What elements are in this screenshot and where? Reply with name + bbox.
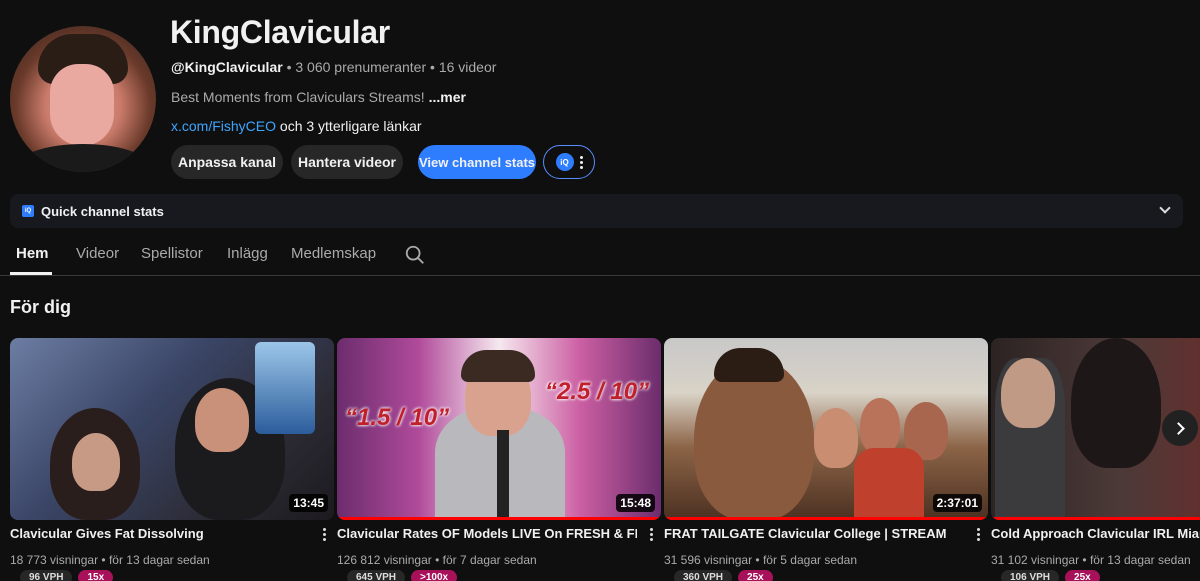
watch-progress-bar xyxy=(337,517,661,520)
video-card[interactable]: 13:45 Clavicular Gives Fat Dissolving 18… xyxy=(10,338,334,581)
vph-badge: 96 VPH xyxy=(20,570,73,581)
tab-videor[interactable]: Videor xyxy=(76,245,119,262)
subscriber-count: 3 060 prenumeranter xyxy=(295,59,427,75)
thumbnail-mic xyxy=(497,430,509,520)
customize-channel-button[interactable]: Anpassa kanal xyxy=(171,145,283,179)
avatar-shirt xyxy=(20,144,146,172)
video-title[interactable]: FRAT TAILGATE Clavicular College | STREA… xyxy=(664,526,964,541)
channel-handle: @KingClavicular xyxy=(171,59,283,75)
description-text: Best Moments from Claviculars Streams! xyxy=(171,89,425,105)
quick-channel-stats-bar[interactable]: iQ Quick channel stats xyxy=(10,194,1183,228)
video-meta: 31 596 visningar • för 5 dagar sedan xyxy=(664,553,857,567)
multiplier-badge: 25x xyxy=(738,570,773,581)
search-icon[interactable] xyxy=(404,244,426,266)
section-title: För dig xyxy=(10,297,71,317)
vph-badge: 645 VPH xyxy=(347,570,406,581)
vph-row: 645 VPH >100x xyxy=(347,570,458,581)
video-thumbnail[interactable]: “1.5 / 10” “2.5 / 10” 15:48 xyxy=(337,338,661,520)
more-vert-icon[interactable] xyxy=(977,528,980,541)
video-title[interactable]: Clavicular Rates OF Models LIVE On FRESH… xyxy=(337,526,637,541)
watch-progress-bar xyxy=(664,517,988,520)
meta-separator: • xyxy=(435,553,443,567)
channel-links: x.com/FishyCEO och 3 ytterligare länkar xyxy=(171,118,422,134)
more-links[interactable]: och 3 ytterligare länkar xyxy=(280,118,422,134)
video-duration: 13:45 xyxy=(289,494,328,512)
video-age: för 13 dagar sedan xyxy=(108,553,210,567)
video-duration: 15:48 xyxy=(616,494,655,512)
multiplier-badge: 25x xyxy=(1065,570,1100,581)
watch-progress-bar xyxy=(991,517,1200,520)
tab-medlemskap[interactable]: Medlemskap xyxy=(291,245,376,262)
thumbnail-product xyxy=(255,342,315,434)
meta-separator: • xyxy=(1082,553,1090,567)
thumbnail-face xyxy=(72,433,120,491)
video-views: 31 102 visningar xyxy=(991,553,1080,567)
video-meta: 126 812 visningar • för 7 dagar sedan xyxy=(337,553,537,567)
thumbnail-crowd xyxy=(860,398,900,454)
active-tab-indicator xyxy=(10,272,52,275)
meta-separator: • xyxy=(755,553,763,567)
vph-row: 96 VPH 15x xyxy=(20,570,114,581)
thumbnail-crowd xyxy=(854,448,924,520)
more-vert-icon[interactable] xyxy=(323,528,326,541)
thumbnail-crowd xyxy=(814,408,858,468)
tab-spellistor[interactable]: Spellistor xyxy=(141,245,203,262)
view-channel-stats-button[interactable]: View channel stats xyxy=(418,145,536,179)
thumbnail-hair xyxy=(461,350,535,382)
iq-logo-icon: iQ xyxy=(555,153,574,171)
thumbnail-text: “1.5 / 10” xyxy=(345,404,450,431)
channel-avatar[interactable] xyxy=(10,26,156,172)
vph-row: 106 VPH 25x xyxy=(1001,570,1100,581)
video-title[interactable]: Clavicular Gives Fat Dissolving xyxy=(10,526,310,541)
channel-meta: @KingClavicular • 3 060 prenumeranter • … xyxy=(171,59,496,75)
tab-inlagg[interactable]: Inlägg xyxy=(227,245,268,262)
video-thumbnail[interactable]: 2:37:01 xyxy=(664,338,988,520)
video-card[interactable]: “1.5 / 10” “2.5 / 10” 15:48 Clavicular R… xyxy=(337,338,661,581)
thumbnail-face xyxy=(195,388,249,452)
channel-link[interactable]: x.com/FishyCEO xyxy=(171,118,276,134)
quick-stats-label: Quick channel stats xyxy=(41,203,164,219)
video-meta: 18 773 visningar • för 13 dagar sedan xyxy=(10,553,210,567)
meta-separator: • xyxy=(101,553,109,567)
next-shelf-button[interactable] xyxy=(1162,410,1198,446)
video-age: för 7 dagar sedan xyxy=(442,553,537,567)
chevron-right-icon xyxy=(1172,421,1185,435)
avatar-face xyxy=(50,64,114,146)
vph-row: 360 VPH 25x xyxy=(674,570,773,581)
video-age: för 13 dagar sedan xyxy=(1089,553,1191,567)
video-thumbnail[interactable]: 13:45 xyxy=(10,338,334,520)
thumbnail-figure xyxy=(1071,338,1161,468)
vph-badge: 106 VPH xyxy=(1001,570,1060,581)
video-views: 18 773 visningar xyxy=(10,553,99,567)
channel-name: KingClavicular xyxy=(170,14,390,50)
multiplier-badge: 15x xyxy=(78,570,114,581)
video-duration: 2:37:01 xyxy=(932,494,982,512)
video-card[interactable]: 2:37:01 FRAT TAILGATE Clavicular College… xyxy=(664,338,988,581)
tab-hem[interactable]: Hem xyxy=(16,245,49,262)
video-age: för 5 dagar sedan xyxy=(762,553,858,567)
video-meta: 31 102 visningar • för 13 dagar sedan xyxy=(991,553,1191,567)
vph-badge: 360 VPH xyxy=(674,570,733,581)
thumbnail-text: “2.5 / 10” xyxy=(545,378,650,405)
chevron-down-icon[interactable] xyxy=(1159,202,1171,214)
more-vert-icon[interactable] xyxy=(650,528,653,541)
iq-small-icon: iQ xyxy=(22,205,34,217)
video-views: 31 596 visningar xyxy=(664,553,753,567)
video-card[interactable]: Cold Approach Clavicular IRL Miami 31 10… xyxy=(991,338,1200,581)
more-link[interactable]: ...mer xyxy=(429,89,466,105)
thumbnail-figure xyxy=(694,358,814,520)
video-title[interactable]: Cold Approach Clavicular IRL Miami xyxy=(991,526,1200,541)
channel-tabs: Hem Videor Spellistor Inlägg Medlemskap xyxy=(0,238,1200,276)
thumbnail-face xyxy=(1001,358,1055,428)
iq-menu-button[interactable]: iQ xyxy=(543,145,595,179)
thumbnail-hair xyxy=(714,348,784,382)
video-views: 126 812 visningar xyxy=(337,553,432,567)
multiplier-badge: >100x xyxy=(411,570,458,581)
channel-description[interactable]: Best Moments from Claviculars Streams!..… xyxy=(171,89,466,105)
video-count: 16 videor xyxy=(438,59,497,75)
more-vert-icon xyxy=(579,155,583,169)
meta-separator: • xyxy=(430,59,439,75)
manage-videos-button[interactable]: Hantera videor xyxy=(291,145,403,179)
